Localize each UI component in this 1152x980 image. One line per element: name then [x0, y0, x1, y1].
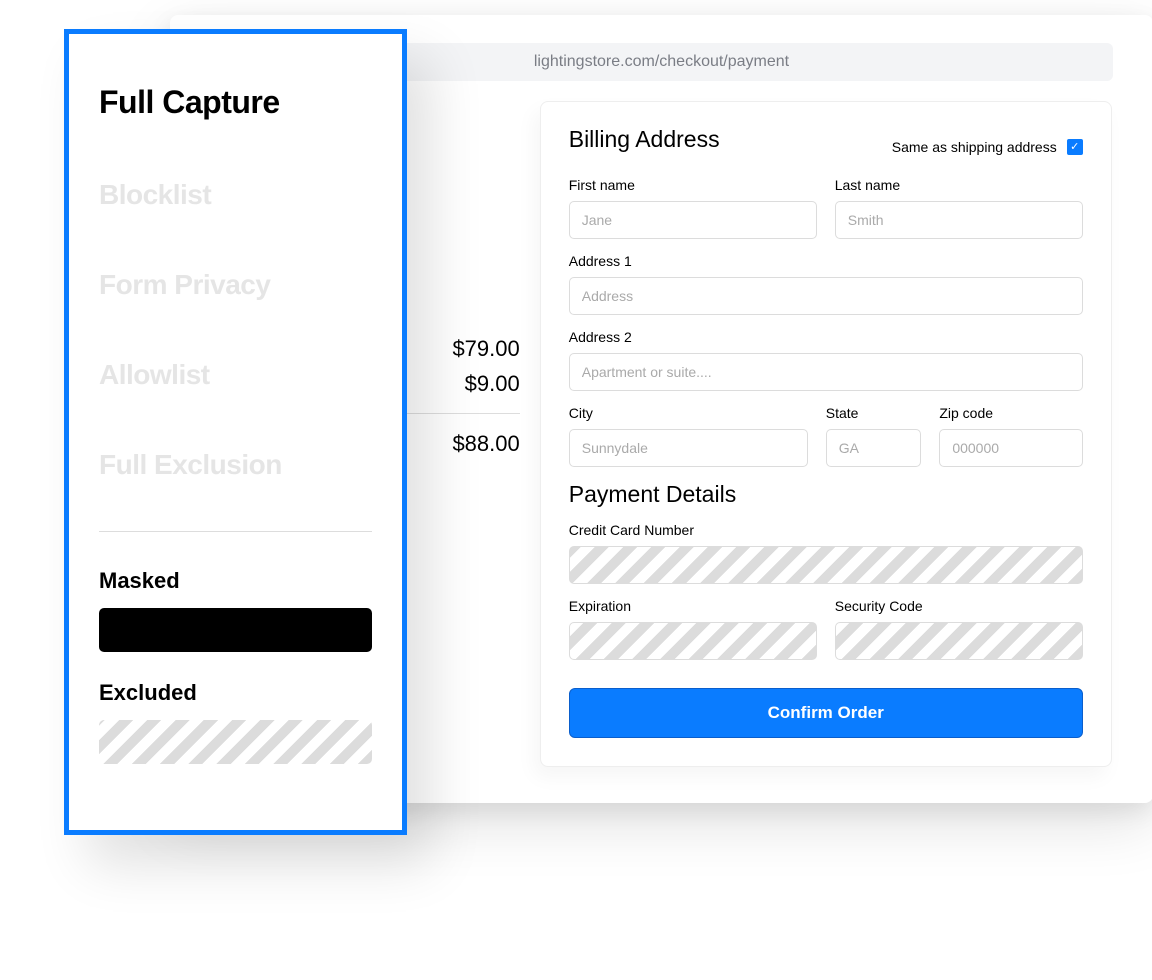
- checkout-form: Billing Address Same as shipping address…: [540, 101, 1112, 767]
- sidebar-item-form-privacy[interactable]: Form Privacy: [99, 269, 372, 301]
- state-label: State: [826, 405, 922, 421]
- sidebar-item-allowlist[interactable]: Allowlist: [99, 359, 372, 391]
- address2-input[interactable]: [569, 353, 1083, 391]
- expiration-label: Expiration: [569, 598, 817, 614]
- same-as-label: Same as shipping address: [892, 139, 1057, 155]
- last-name-input[interactable]: [835, 201, 1083, 239]
- payment-title: Payment Details: [569, 481, 1083, 508]
- address1-label: Address 1: [569, 253, 1083, 269]
- capture-settings-panel: Full Capture Blocklist Form Privacy Allo…: [64, 29, 407, 835]
- sidebar-item-blocklist[interactable]: Blocklist: [99, 179, 372, 211]
- check-icon: ✓: [1070, 140, 1079, 153]
- masked-label: Masked: [99, 568, 372, 594]
- sidebar-title: Full Capture: [99, 84, 372, 121]
- address2-label: Address 2: [569, 329, 1083, 345]
- sidebar-item-full-exclusion[interactable]: Full Exclusion: [99, 449, 372, 481]
- sidebar-divider: [99, 531, 372, 532]
- last-name-label: Last name: [835, 177, 1083, 193]
- city-label: City: [569, 405, 808, 421]
- cvv-input[interactable]: [835, 622, 1083, 660]
- address1-input[interactable]: [569, 277, 1083, 315]
- masked-sample: [99, 608, 372, 652]
- city-input[interactable]: [569, 429, 808, 467]
- cc-input[interactable]: [569, 546, 1083, 584]
- excluded-label: Excluded: [99, 680, 372, 706]
- state-input[interactable]: [826, 429, 922, 467]
- expiration-input[interactable]: [569, 622, 817, 660]
- cc-label: Credit Card Number: [569, 522, 1083, 538]
- excluded-sample: [99, 720, 372, 764]
- first-name-input[interactable]: [569, 201, 817, 239]
- first-name-label: First name: [569, 177, 817, 193]
- billing-title: Billing Address: [569, 126, 720, 153]
- zip-input[interactable]: [939, 429, 1082, 467]
- zip-label: Zip code: [939, 405, 1082, 421]
- same-as-checkbox[interactable]: ✓: [1067, 139, 1083, 155]
- confirm-order-button[interactable]: Confirm Order: [569, 688, 1083, 738]
- cvv-label: Security Code: [835, 598, 1083, 614]
